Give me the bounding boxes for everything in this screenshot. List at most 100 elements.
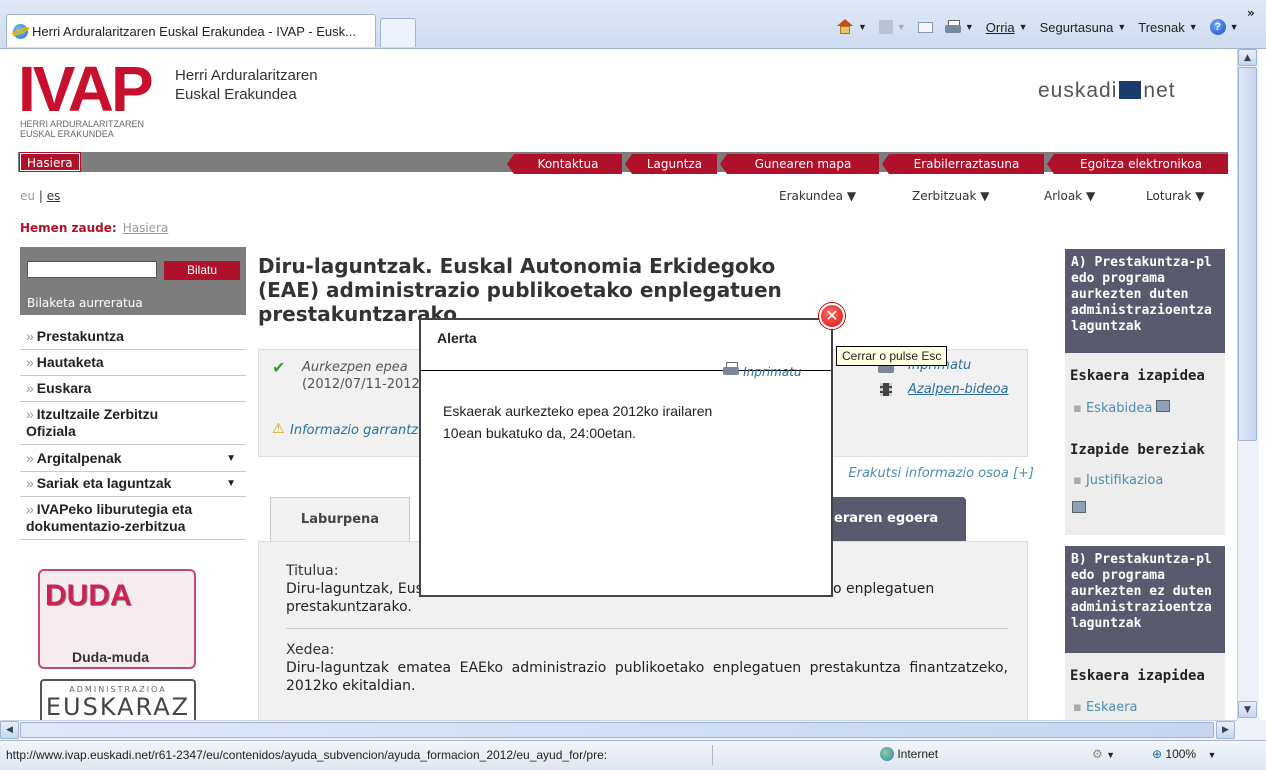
scroll-down-button[interactable]: ▼ xyxy=(1238,701,1257,718)
subnav-loturak[interactable]: Loturak ▼ xyxy=(1146,189,1204,203)
breadcrumb-home-link[interactable]: Hasiera xyxy=(123,221,169,235)
feeds-button[interactable]: ▼ xyxy=(878,20,906,34)
scroll-up-button[interactable]: ▲ xyxy=(1238,49,1257,66)
chevron-right-icon: » xyxy=(26,380,34,396)
chevron-more-icon[interactable]: » xyxy=(1247,6,1255,20)
sidebar-item-liburutegia[interactable]: » IVAPeko liburutegia eta dokumentazio-ze… xyxy=(20,497,246,540)
nav-egoitza-elektronikoa[interactable]: Egoitza elektronikoa xyxy=(1047,154,1228,174)
title-label: Titulua: xyxy=(286,563,339,579)
print-button[interactable]: ▼ xyxy=(944,20,974,34)
title-line2: (EAE) administrazio publikoetako enplega… xyxy=(258,278,782,302)
justifikazioa-link[interactable]: ▪ Justifikazioa xyxy=(1073,473,1163,488)
nav-erabilerraztasuna[interactable]: Erabilerraztasuna xyxy=(882,154,1044,174)
triangle-down-icon: ▼ xyxy=(846,189,857,203)
triangle-down-icon: ▼ xyxy=(226,453,236,464)
help-icon: ? xyxy=(1209,19,1226,35)
subnav-loturak-label: Loturak xyxy=(1146,189,1192,203)
security-menu-label: Segurtasuna xyxy=(1039,19,1114,35)
home-button[interactable]: ▼ xyxy=(836,19,867,35)
scroll-left-button[interactable]: ◀ xyxy=(0,721,19,739)
horizontal-scroll-thumb[interactable] xyxy=(20,722,1214,738)
sidebar-item-itzultzaile[interactable]: » Itzultzaile Zerbitzu Ofiziala xyxy=(20,402,246,445)
eskabidea-link[interactable]: ▪ Eskabidea xyxy=(1073,400,1171,416)
subnav-zerbitzuak[interactable]: Zerbitzuak ▼ xyxy=(912,189,989,203)
request-procedure-heading-b: Eskaera izapidea xyxy=(1070,668,1205,684)
nav-laguntza[interactable]: Laguntza xyxy=(625,154,717,174)
ivap-logo[interactable]: IVAP xyxy=(18,57,154,121)
title-line1: Diru-laguntzak. Euskal Autonomia Erkideg… xyxy=(258,254,776,278)
triangle-down-icon: ▼ xyxy=(226,478,236,489)
sidebar-item-euskara[interactable]: » Euskara xyxy=(20,376,246,402)
vertical-scrollbar[interactable]: ▲ ▼ xyxy=(1237,49,1259,720)
video-link[interactable]: Azalpen-bideoa xyxy=(908,382,1009,397)
home-icon xyxy=(836,19,854,35)
nav-home-button[interactable]: Hasiera xyxy=(19,152,81,172)
sidebar-item-sariak[interactable]: » Sariak eta laguntzak ▼ xyxy=(20,471,246,497)
chevron-right-icon: » xyxy=(26,450,34,466)
logo-sub-line1: HERRI ARDURALARITZAREN xyxy=(20,119,145,129)
horizontal-scrollbar[interactable]: ◀ ▶ xyxy=(0,720,1237,740)
sidebar-item-hautaketa[interactable]: » Hautaketa xyxy=(20,350,246,376)
sidebar-item-prestakuntza[interactable]: » Prestakuntza xyxy=(20,324,246,350)
mail-button[interactable] xyxy=(917,21,933,33)
alert-dialog: Alerta Inprimatu Eskaerak aurkezteko epe… xyxy=(419,318,833,597)
eskaera-link[interactable]: ▪ Eskaera xyxy=(1073,700,1138,715)
status-bar: http://www.ivap.euskadi.net/r61-2347/eu/… xyxy=(0,740,1266,770)
page-menu[interactable]: Orria ▼ xyxy=(986,20,1028,35)
breadcrumb-label: Hemen zaude: xyxy=(20,221,117,235)
box-a-title-line: aurkezten duten xyxy=(1071,287,1189,302)
box-a-title-line: laguntzak xyxy=(1071,319,1142,334)
nav-gunearen-mapa[interactable]: Gunearen mapa xyxy=(720,154,879,174)
ie-icon xyxy=(13,23,28,39)
vertical-scroll-thumb[interactable] xyxy=(1238,67,1257,441)
globe-icon xyxy=(880,747,894,761)
alert-print-link[interactable]: Inprimatu xyxy=(723,362,802,380)
new-tab-button[interactable] xyxy=(380,18,416,47)
euskaraz-banner[interactable]: ADMINISTRAZIOA EUSKARAZ xyxy=(40,679,196,720)
chevron-right-icon: » xyxy=(26,475,34,491)
scroll-right-button[interactable]: ▶ xyxy=(1216,721,1235,739)
advanced-search-link[interactable]: Bilaketa aurreratua xyxy=(27,296,143,310)
status-url: http://www.ivap.euskadi.net/r61-2347/eu/… xyxy=(6,748,608,762)
subnav-zerbitzuak-label: Zerbitzuak xyxy=(912,189,977,203)
purpose-value: Diru-laguntzak ematea EAEko administrazi… xyxy=(286,660,1008,694)
euskadinet-logo[interactable]: euskadi net xyxy=(1038,79,1176,103)
sidebar-item-label: Hautaketa xyxy=(36,354,104,370)
scroll-corner xyxy=(1237,720,1266,740)
search-input[interactable] xyxy=(27,261,157,278)
euskaraz-big-text: EUSKARAZ xyxy=(45,693,191,720)
org-name-line1: Herri Arduralaritzaren xyxy=(175,67,318,84)
box-b-title-line: aurkezten ez duten xyxy=(1071,584,1212,599)
box-a-title-line: administrazioentza xyxy=(1071,303,1212,318)
search-button[interactable]: Bilatu xyxy=(164,261,240,280)
box-b-title-line: edo programa xyxy=(1071,568,1165,583)
browser-tab-active[interactable]: Herri Arduralaritzaren Euskal Erakundea … xyxy=(6,14,376,47)
chevron-right-icon: » xyxy=(26,354,34,370)
lang-separator: | xyxy=(38,189,43,203)
lang-es-link[interactable]: es xyxy=(47,189,61,203)
euskadinet-right: net xyxy=(1143,79,1176,102)
security-status-button[interactable]: ⚙ ▼ xyxy=(1092,747,1115,761)
organization-name: Herri Arduralaritzaren Euskal Erakundea xyxy=(175,66,318,104)
lock-icon: ⚙ xyxy=(1092,747,1103,761)
alert-title: Alerta xyxy=(437,330,477,346)
nav-kontaktua[interactable]: Kontaktua xyxy=(507,154,622,174)
logo-sub-line2: EUSKAL ERAKUNDEA xyxy=(20,129,114,139)
security-menu[interactable]: Segurtasuna ▼ xyxy=(1040,20,1127,35)
tools-menu[interactable]: Tresnak ▼ xyxy=(1138,20,1197,35)
sidebar-item-argitalpenak[interactable]: » Argitalpenak ▼ xyxy=(20,446,246,472)
feed-icon xyxy=(878,20,893,34)
close-icon[interactable]: ✕ xyxy=(819,303,845,329)
tab-laburpena[interactable]: Laburpena xyxy=(270,497,410,541)
subnav-arloak[interactable]: Arloak ▼ xyxy=(1044,189,1095,203)
box-b-header: B) Prestakuntza-pl edo programa aurkezte… xyxy=(1065,546,1225,653)
zoom-button[interactable]: ⊕ 100% ▼ xyxy=(1152,747,1216,761)
help-button[interactable]: ? ▼ xyxy=(1209,19,1239,35)
sidebar-item-label: Itzultzaile Zerbitzu Ofiziala xyxy=(26,406,159,439)
subnav-erakundea[interactable]: Erakundea ▼ xyxy=(779,189,856,203)
org-name-line2: Euskal Erakundea xyxy=(175,86,297,103)
breadcrumb: Hemen zaude: Hasiera xyxy=(20,221,168,235)
zone-label: Internet xyxy=(897,747,939,761)
justifikazioa-label: Justifikazioa xyxy=(1085,473,1164,488)
mail-icon xyxy=(917,21,933,33)
